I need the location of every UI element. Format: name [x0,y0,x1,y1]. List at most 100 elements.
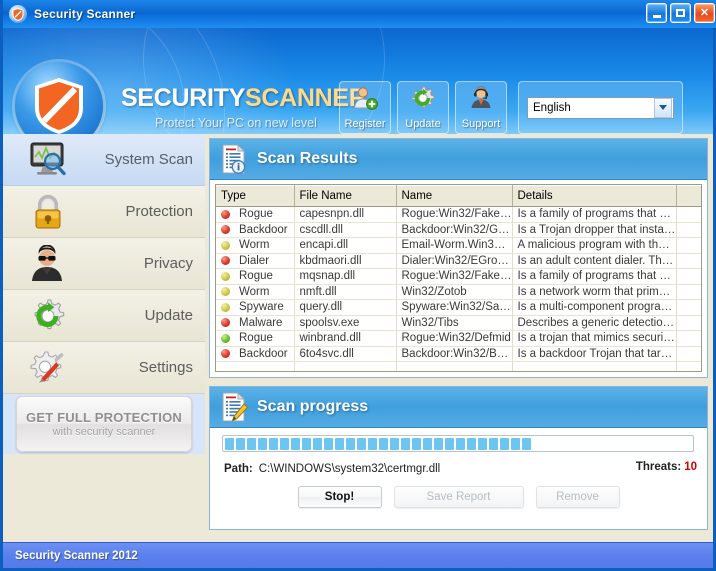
cell-type: Dialer [216,253,295,269]
minimize-button[interactable] [646,3,667,23]
scan-results-panel: Scan Results Type File Name Name Details [209,138,708,378]
column-header-file-name[interactable]: File Name [294,185,397,207]
sidebar-label: System Scan [104,151,193,168]
scan-progress-header: Scan progress [210,387,707,428]
progress-block [302,437,311,450]
get-full-protection-button[interactable]: GET FULL PROTECTION with security scanne… [16,396,192,452]
threats-label: Threats: [635,461,682,473]
document-pencil-icon [219,392,249,422]
table-row[interactable]: Rogue winbrand.dll Rogue:Win32/Defmid Is a … [216,330,701,347]
cell-name: Backdoor:Win32/Ber... [396,346,513,362]
sidebar-label: Update [144,307,193,324]
gear-refresh-icon [25,295,71,337]
promo-area: GET FULL PROTECTION with security scanne… [3,394,205,454]
table-row[interactable]: Rogue mqsnap.dll Rogue:Win32/FakeS... Is a … [216,268,701,285]
cell-extra [676,284,701,300]
action-buttons: Stop! Save Report Remove [210,486,707,508]
table-row[interactable]: Worm encapi.dll Email-Worm.Win32.... A mali… [216,237,701,254]
table-row[interactable]: Worm nmft.dll Win32/Zotob Is a network worm… [216,284,701,300]
cell-name: Email-Worm.Win32.... [396,237,513,254]
progress-block [247,437,256,450]
table-row[interactable]: Rogue capesnpn.dll Rogue:Win32/FakeP... Is … [216,206,701,223]
table-row[interactable]: Backdoor cscdll.dll Backdoor:Win32/Gin... I… [216,222,701,238]
progress-block [445,437,454,450]
stop-button[interactable]: Stop! [297,486,382,508]
cell-type: Rogue [216,206,295,223]
column-header-details[interactable]: Details [512,185,677,207]
severity-dot-icon [221,349,230,359]
cell-empty [294,361,397,371]
threats-count: 10 [684,461,697,473]
cell-file-name: encapi.dll [294,237,397,254]
progress-block [357,437,366,450]
register-button[interactable]: Register [339,81,391,134]
maximize-button[interactable] [670,3,691,23]
cell-details: Is a Trojan dropper that installs... [512,222,677,238]
save-report-button[interactable]: Save Report [393,486,524,508]
cell-details: Is a backdoor Trojan that target... [512,346,677,362]
cell-type: Worm [216,237,295,254]
update-button[interactable]: Update [397,81,449,134]
severity-dot-icon [221,333,230,343]
column-header-type[interactable]: Type [216,185,295,207]
table-row[interactable]: Malware spoolsv.exe Win32/Tibs Describes a … [216,315,701,331]
cell-name: Rogue:Win32/FakeS... [396,268,513,285]
column-header-name[interactable]: Name [396,185,513,207]
sidebar-item-protection[interactable]: Protection [3,186,205,238]
cell-type: Backdoor [216,346,295,362]
close-icon: ✕ [699,6,710,19]
progress-block [291,437,300,450]
sidebar-item-update[interactable]: Update [3,290,205,342]
progress-block [412,437,421,450]
language-value: English [533,101,571,114]
chevron-down-icon[interactable] [654,97,672,118]
main-content: Scan Results Type File Name Name Details [205,134,713,534]
sidebar-item-privacy[interactable]: Privacy [3,238,205,290]
column-header-extra[interactable] [676,185,701,207]
headset-agent-icon [468,85,494,116]
scan-results-header: Scan Results [210,139,707,180]
table-row[interactable]: Dialer kbdmaori.dll Dialer:Win32/EGrou... I… [216,253,701,269]
severity-dot-icon [221,287,230,297]
header-toolbar: Register Update Support English [339,81,683,134]
cell-file-name: mqsnap.dll [294,268,397,285]
scan-results-table: Type File Name Name Details Rogue capesnp… [216,185,701,371]
progress-block [390,437,399,450]
cell-file-name: winbrand.dll [294,330,397,347]
close-button[interactable]: ✕ [694,3,715,23]
progress-block [467,437,476,450]
brand-title: SECURITYSCANNER [121,84,367,113]
cell-file-name: 6to4svc.dll [294,346,397,362]
support-button[interactable]: Support [455,81,507,134]
table-header-row: Type File Name Name Details [216,185,701,207]
progress-block [313,437,322,450]
table-row[interactable]: Spyware query.dll Spyware:Win32/Saf... Is a… [216,299,701,316]
language-select[interactable]: English [527,96,674,119]
scan-results-table-wrap[interactable]: Type File Name Name Details Rogue capesnp… [215,184,702,372]
cell-name: Rogue:Win32/Defmid [396,330,513,347]
progress-block [500,437,509,450]
table-row-empty[interactable] [216,361,701,371]
status-bar: Security Scanner 2012 [3,542,713,568]
maximize-icon [676,9,685,17]
cell-empty [216,361,295,371]
scan-progress-title: Scan progress [257,398,369,415]
cell-extra [676,299,701,316]
status-text: Security Scanner 2012 [15,549,138,562]
progress-block [346,437,355,450]
cell-type: Spyware [216,299,295,316]
progress-block [401,437,410,450]
progress-block [379,437,388,450]
progress-block [236,437,245,450]
cell-extra [676,330,701,347]
cell-name: Win32/Tibs [396,315,513,331]
progress-block [335,437,344,450]
severity-dot-icon [221,318,230,328]
sidebar-item-settings[interactable]: Settings [3,342,205,394]
cell-details: Is a family of programs that clai... [512,268,677,285]
sidebar-item-system-scan[interactable]: System Scan [3,134,205,186]
table-row[interactable]: Backdoor 6to4svc.dll Backdoor:Win32/Ber...… [216,346,701,362]
scan-results-title: Scan Results [257,150,358,167]
remove-button[interactable]: Remove [535,486,620,508]
scan-progress-body: Path: C:\WINDOWS\system32\certmgr.dll Th… [210,428,707,529]
